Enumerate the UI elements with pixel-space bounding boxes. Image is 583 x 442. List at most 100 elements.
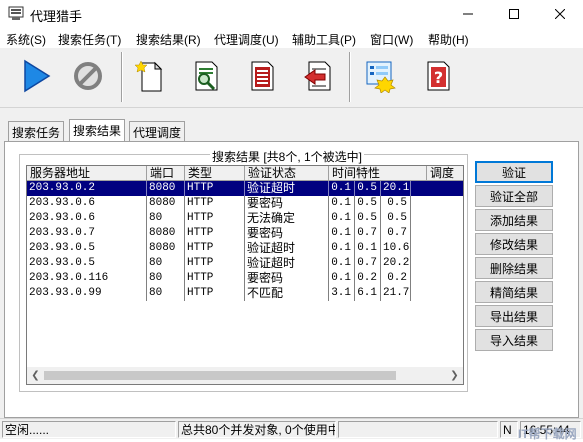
report-button[interactable] bbox=[240, 54, 284, 98]
cell-timing-3: 0.5 bbox=[381, 211, 411, 226]
maximize-button[interactable] bbox=[491, 0, 537, 28]
cell-address: 203.93.0.116 bbox=[27, 271, 147, 286]
menu-help[interactable]: 帮助(H) bbox=[428, 31, 469, 48]
window-title: 代理猎手 bbox=[30, 9, 83, 24]
menu-proxy-scheduling[interactable]: 代理调度(U) bbox=[214, 31, 279, 48]
new-document-icon bbox=[135, 60, 163, 92]
cell-timing-3: 20.1 bbox=[383, 181, 411, 196]
help-button[interactable]: ? bbox=[416, 54, 460, 98]
new-button[interactable] bbox=[128, 54, 172, 98]
cell-timing-3: 21.7 bbox=[383, 286, 411, 301]
settings-icon bbox=[366, 61, 396, 93]
table-row[interactable]: 203.93.0.5 8080 HTTP 验证超时 0.1 0.1 10.6 bbox=[27, 241, 463, 256]
cell-timing-2: 0.5 bbox=[355, 211, 381, 226]
cell-address: 203.93.0.2 bbox=[27, 181, 147, 196]
status-left: 空闲...... bbox=[2, 421, 176, 438]
horizontal-scrollbar[interactable]: ❮ ❯ bbox=[27, 367, 463, 384]
edit-result-button[interactable]: 修改结果 bbox=[475, 233, 553, 255]
table-row[interactable]: 203.93.0.99 80 HTTP 不匹配 3.1 6.1 21.7 bbox=[27, 286, 463, 301]
cell-timing-1: 0.1 bbox=[329, 211, 355, 226]
table-row[interactable]: 203.93.0.2 8080 HTTP 验证超时 0.1 0.5 20.1 bbox=[27, 181, 463, 196]
import-button[interactable] bbox=[296, 54, 340, 98]
results-list[interactable]: 服务器地址 端口 类型 验证状态 时间特性 调度 203.93.0.2 8080… bbox=[26, 165, 464, 385]
scrollbar-thumb[interactable] bbox=[44, 371, 396, 380]
toolbar: ? bbox=[0, 48, 583, 108]
verify-button[interactable]: 验证 bbox=[475, 161, 553, 183]
tab-proxy-scheduling[interactable]: 代理调度 bbox=[129, 121, 186, 141]
menu-window[interactable]: 窗口(W) bbox=[370, 31, 413, 48]
menu-search-results[interactable]: 搜索结果(R) bbox=[136, 31, 201, 48]
start-button[interactable] bbox=[14, 54, 58, 98]
cell-timing-1: 3.1 bbox=[329, 286, 355, 301]
watermark: IT帮下载网 bbox=[518, 427, 577, 441]
cell-timing-1: 0.1 bbox=[329, 271, 355, 286]
export-results-button[interactable]: 导出结果 bbox=[475, 305, 553, 327]
cell-timing-2: 0.5 bbox=[355, 181, 381, 196]
status-blank bbox=[338, 421, 498, 438]
verify-all-button[interactable]: 验证全部 bbox=[475, 185, 553, 207]
cell-timing-2: 6.1 bbox=[355, 286, 381, 301]
tab-search-results[interactable]: 搜索结果 bbox=[69, 119, 126, 141]
minimize-icon bbox=[463, 13, 473, 15]
column-header-address[interactable]: 服务器地址 bbox=[27, 166, 147, 181]
cell-timing-3: 20.2 bbox=[383, 256, 411, 271]
cell-port: 80 bbox=[147, 286, 185, 301]
list-header: 服务器地址 端口 类型 验证状态 时间特性 调度 bbox=[27, 166, 463, 181]
cell-timing-1: 0.1 bbox=[329, 256, 355, 271]
cell-address: 203.93.0.6 bbox=[27, 211, 147, 226]
table-row[interactable]: 203.93.0.116 80 HTTP 要密码 0.1 0.2 0.2 bbox=[27, 271, 463, 286]
cell-status: 要密码 bbox=[245, 196, 329, 211]
column-header-port[interactable]: 端口 bbox=[147, 166, 185, 181]
toolbar-separator bbox=[121, 52, 123, 102]
settings-button[interactable] bbox=[358, 54, 402, 98]
title-bar[interactable]: 代理猎手 bbox=[0, 0, 583, 28]
cell-timing-2: 0.7 bbox=[355, 256, 381, 271]
toolbar-separator bbox=[349, 52, 351, 102]
maximize-icon bbox=[509, 9, 519, 19]
column-header-schedule[interactable]: 调度 bbox=[427, 166, 463, 181]
table-row[interactable]: 203.93.0.6 80 HTTP 无法确定 0.1 0.5 0.5 bbox=[27, 211, 463, 226]
cell-timing-2: 0.7 bbox=[355, 226, 381, 241]
cell-timing-1: 0.1 bbox=[329, 181, 355, 196]
scroll-left-icon[interactable]: ❮ bbox=[27, 367, 44, 384]
add-result-button[interactable]: 添加结果 bbox=[475, 209, 553, 231]
trim-results-button[interactable]: 精简结果 bbox=[475, 281, 553, 303]
svg-text:?: ? bbox=[434, 68, 443, 87]
cell-status: 验证超时 bbox=[245, 181, 329, 196]
cell-port: 8080 bbox=[147, 226, 185, 241]
delete-result-button[interactable]: 删除结果 bbox=[475, 257, 553, 279]
results-group-title: 搜索结果 [共8个, 1个被选中] bbox=[210, 148, 365, 165]
menu-bar: 系统(S) 搜索任务(T) 搜索结果(R) 代理调度(U) 辅助工具(P) 窗口… bbox=[0, 28, 583, 48]
cell-type: HTTP bbox=[185, 211, 245, 226]
cell-port: 8080 bbox=[147, 181, 185, 196]
table-row[interactable]: 203.93.0.6 8080 HTTP 要密码 0.1 0.5 0.5 bbox=[27, 196, 463, 211]
tab-search-task[interactable]: 搜索任务 bbox=[8, 121, 65, 141]
cell-timing-1: 0.1 bbox=[329, 196, 355, 211]
menu-helper-tools[interactable]: 辅助工具(P) bbox=[292, 31, 356, 48]
cell-type: HTTP bbox=[185, 286, 245, 301]
import-results-button[interactable]: 导入结果 bbox=[475, 329, 553, 351]
table-row[interactable]: 203.93.0.7 8080 HTTP 要密码 0.1 0.7 0.7 bbox=[27, 226, 463, 241]
cell-timing-2: 0.1 bbox=[355, 241, 381, 256]
column-header-status[interactable]: 验证状态 bbox=[245, 166, 329, 181]
close-button[interactable] bbox=[537, 0, 583, 28]
menu-system[interactable]: 系统(S) bbox=[6, 31, 46, 48]
column-header-type[interactable]: 类型 bbox=[185, 166, 245, 181]
column-header-timing[interactable]: 时间特性 bbox=[329, 166, 427, 181]
minimize-button[interactable] bbox=[445, 0, 491, 28]
scroll-right-icon[interactable]: ❯ bbox=[446, 367, 463, 384]
stop-button[interactable] bbox=[66, 54, 110, 98]
stop-icon bbox=[74, 62, 102, 90]
cell-type: HTTP bbox=[185, 181, 245, 196]
import-document-icon bbox=[304, 61, 331, 91]
search-button[interactable] bbox=[184, 54, 228, 98]
cell-type: HTTP bbox=[185, 196, 245, 211]
menu-search-task[interactable]: 搜索任务(T) bbox=[58, 31, 121, 48]
cell-port: 8080 bbox=[147, 196, 185, 211]
cell-address: 203.93.0.5 bbox=[27, 241, 147, 256]
cell-status: 要密码 bbox=[245, 271, 329, 286]
status-bar: 空闲...... 总共80个并发对象, 0个使用中 N 16:55:44 bbox=[0, 418, 583, 439]
table-row[interactable]: 203.93.0.5 80 HTTP 验证超时 0.1 0.7 20.2 bbox=[27, 256, 463, 271]
cell-status: 不匹配 bbox=[245, 286, 329, 301]
cell-timing-3: 0.7 bbox=[381, 226, 411, 241]
